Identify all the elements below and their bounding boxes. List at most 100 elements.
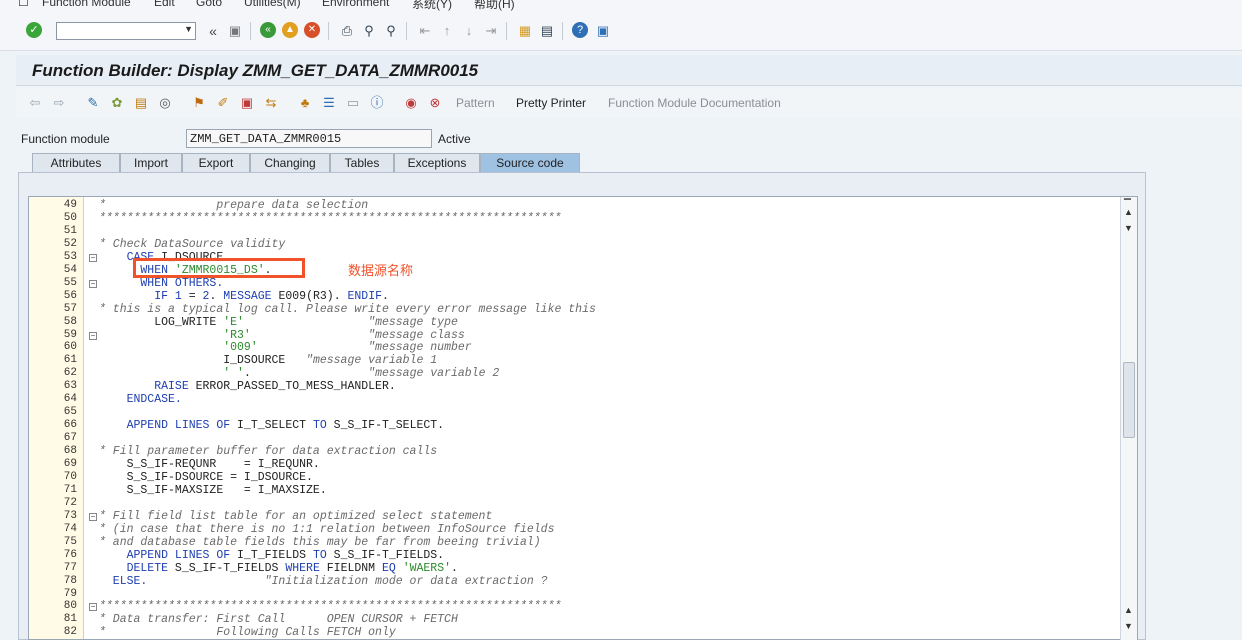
cancel-icon[interactable]: ✕ bbox=[304, 22, 320, 38]
other-object-icon[interactable]: ✿ bbox=[108, 94, 126, 112]
fold-toggle-icon[interactable]: − bbox=[89, 331, 97, 340]
customize-icon[interactable]: ▣ bbox=[594, 22, 612, 40]
tab-export[interactable]: Export bbox=[182, 153, 250, 172]
code-line: ****************************************… bbox=[99, 212, 561, 225]
line-number: 54 bbox=[63, 263, 77, 276]
menu-system[interactable]: 系统(Y) bbox=[412, 0, 452, 12]
find-next-icon[interactable]: ⚲ bbox=[382, 22, 400, 40]
save-icon[interactable]: ▣ bbox=[226, 22, 244, 40]
code-line: * this is a typical log call. Please wri… bbox=[99, 303, 596, 316]
code-line: * (in case that there is no 1:1 relation… bbox=[99, 523, 554, 536]
scrollbar-thumb[interactable] bbox=[1123, 362, 1135, 438]
fold-toggle-icon[interactable]: − bbox=[89, 279, 97, 288]
menu-environment[interactable]: Environment bbox=[322, 0, 389, 9]
line-number: 79 bbox=[63, 587, 77, 600]
tab-exceptions[interactable]: Exceptions bbox=[394, 153, 480, 172]
command-field[interactable]: ▼ bbox=[56, 22, 196, 40]
line-number: 65 bbox=[63, 406, 77, 419]
first-page-icon[interactable]: ⇤ bbox=[416, 22, 434, 40]
code-token: * Following Calls FETCH only bbox=[99, 626, 396, 640]
pattern-button[interactable]: Pattern bbox=[456, 96, 495, 110]
code-token: APPEND LINES OF bbox=[99, 548, 231, 562]
double-chevron-icon[interactable]: « bbox=[204, 22, 222, 40]
code-token: IF bbox=[99, 289, 169, 303]
tab-changing[interactable]: Changing bbox=[250, 153, 330, 172]
fm-documentation-button[interactable]: Function Module Documentation bbox=[608, 96, 781, 110]
info-icon[interactable]: ⓘ bbox=[368, 94, 386, 112]
session-breakpoint-icon[interactable]: ⊗ bbox=[426, 94, 444, 112]
chevron-down-icon[interactable]: ▼ bbox=[184, 24, 193, 34]
pretty-printer-button[interactable]: Pretty Printer bbox=[516, 96, 586, 110]
display-object-icon[interactable]: ▭ bbox=[344, 94, 362, 112]
next-page-icon[interactable]: ↓ bbox=[460, 22, 478, 40]
last-page-icon[interactable]: ⇥ bbox=[482, 22, 500, 40]
code-token: LOG_WRITE bbox=[99, 315, 224, 329]
code-token: * and database table fields this may be … bbox=[99, 535, 541, 549]
back-icon[interactable]: « bbox=[260, 22, 276, 38]
hierarchy-icon[interactable]: ♣ bbox=[296, 94, 314, 112]
create-session-icon[interactable]: ▦ bbox=[516, 22, 534, 40]
breakpoint-icon[interactable]: ◉ bbox=[402, 94, 420, 112]
menu-utilities[interactable]: Utilities(M) bbox=[244, 0, 301, 9]
code-token: "message number bbox=[257, 341, 472, 355]
enter-icon[interactable]: ✓ bbox=[26, 22, 42, 38]
system-toolbar: ✓ ▼ « ▣ « ▲ ✕ ⎙ ⚲ ⚲ ⇤ ↑ ↓ ⇥ ▦ ▤ ? ▣ bbox=[0, 12, 1242, 51]
align-icon[interactable]: ☰ bbox=[320, 94, 338, 112]
scroll-down-icon[interactable]: ▼ bbox=[1124, 223, 1133, 233]
code-line: LOG_WRITE 'E' "message type bbox=[99, 316, 458, 329]
line-number: 50 bbox=[63, 211, 77, 224]
check-icon[interactable]: ▤ bbox=[132, 94, 150, 112]
shortcut-icon[interactable]: ▤ bbox=[538, 22, 556, 40]
code-token: * Fill parameter buffer for data extract… bbox=[99, 445, 438, 459]
highlight-box bbox=[133, 258, 305, 278]
code-token: ENDCASE. bbox=[99, 393, 182, 407]
scroll-down-bottom-icon[interactable]: ▼ bbox=[1124, 621, 1133, 631]
where-used-icon[interactable]: ✐ bbox=[214, 94, 232, 112]
fold-toggle-icon[interactable]: − bbox=[89, 603, 97, 612]
code-line: S_S_IF-DSOURCE = I_DSOURCE. bbox=[99, 471, 313, 484]
line-number: 64 bbox=[63, 393, 77, 406]
line-number: 53 bbox=[63, 250, 77, 263]
forward-arrow-icon[interactable]: ⇨ bbox=[50, 94, 68, 112]
separator bbox=[328, 22, 329, 40]
tab-source-code[interactable]: Source code bbox=[480, 153, 580, 172]
object-list-icon[interactable]: ▣ bbox=[238, 94, 256, 112]
tab-tables[interactable]: Tables bbox=[330, 153, 394, 172]
prev-page-icon[interactable]: ↑ bbox=[438, 22, 456, 40]
exit-icon[interactable]: ▲ bbox=[282, 22, 298, 38]
function-module-field[interactable]: ZMM_GET_DATA_ZMMR0015 bbox=[186, 129, 432, 148]
menu-edit[interactable]: Edit bbox=[154, 0, 175, 9]
tab-import[interactable]: Import bbox=[120, 153, 182, 172]
find-icon[interactable]: ⚲ bbox=[360, 22, 378, 40]
help-icon[interactable]: ? bbox=[572, 22, 588, 38]
code-token: . bbox=[209, 289, 224, 303]
separator bbox=[250, 22, 251, 40]
display-change-icon[interactable]: ✎ bbox=[84, 94, 102, 112]
scroll-up-bottom-icon[interactable]: ▲ bbox=[1124, 605, 1133, 615]
vertical-scrollbar[interactable]: ▔ ▲ ▼ ▲ ▼ bbox=[1120, 197, 1137, 640]
code-token: '009' bbox=[99, 341, 258, 355]
annotation-label: 数据源名称 bbox=[348, 263, 414, 278]
code-token: * Check DataSource validity bbox=[99, 237, 286, 251]
menu-help[interactable]: 帮助(H) bbox=[474, 0, 515, 12]
code-token: E009(R3). bbox=[271, 289, 348, 303]
fold-toggle-icon[interactable]: − bbox=[89, 512, 97, 521]
back-arrow-icon[interactable]: ⇦ bbox=[26, 94, 44, 112]
line-number: 62 bbox=[63, 367, 77, 380]
print-icon[interactable]: ⎙ bbox=[338, 22, 356, 40]
scroll-up-icon[interactable]: ▲ bbox=[1124, 207, 1133, 217]
navigation-icon[interactable]: ⇆ bbox=[262, 94, 280, 112]
code-line: RAISE ERROR_PASSED_TO_MESS_HANDLER. bbox=[99, 380, 396, 393]
test-icon[interactable]: ⚑ bbox=[190, 94, 208, 112]
activate-icon[interactable]: ◎ bbox=[156, 94, 174, 112]
line-number: 59 bbox=[63, 328, 77, 341]
code-token: * Fill field list table for an optimized… bbox=[99, 509, 493, 523]
tab-attributes[interactable]: Attributes bbox=[32, 153, 120, 172]
menu-function-module[interactable]: Function Module bbox=[42, 0, 131, 9]
menu-icon[interactable]: ☐ bbox=[18, 0, 29, 9]
fold-toggle-icon[interactable]: − bbox=[89, 253, 97, 262]
menu-goto[interactable]: Goto bbox=[196, 0, 222, 9]
line-number: 56 bbox=[63, 289, 77, 302]
separator bbox=[562, 22, 563, 40]
code-token: S_S_IF-MAXSIZE = I_MAXSIZE. bbox=[99, 483, 327, 497]
